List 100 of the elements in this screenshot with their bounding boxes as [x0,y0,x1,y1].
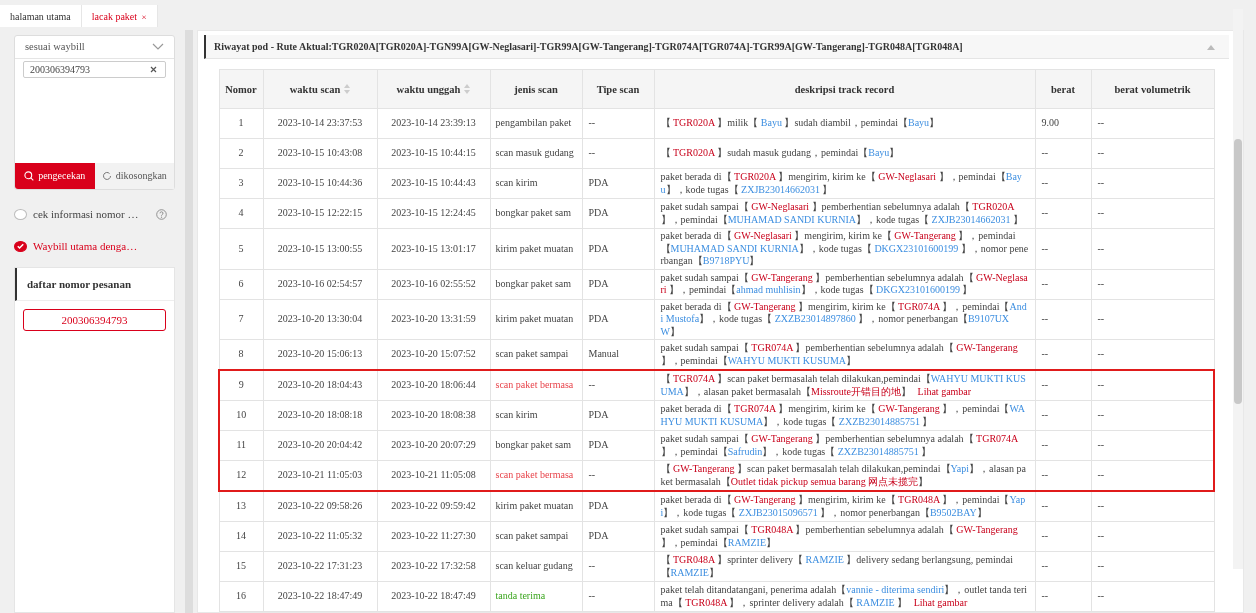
column-header: Tipe scan [582,69,654,109]
scan-type-cell: bongkar paket sam [490,198,582,229]
table-cell: -- [1091,299,1214,340]
scan-type-cell: scan masuk gudang [490,138,582,169]
scan-type-cell: scan kirim [490,400,582,431]
help-icon[interactable] [156,208,167,220]
table-cell: -- [582,370,654,401]
search-icon [24,170,35,181]
card-title: daftar nomor pesanan [15,268,175,302]
close-icon[interactable]: × [141,12,147,22]
table-cell: -- [1091,228,1214,269]
scan-type-cell: scan keluar gudang [490,551,582,582]
description-cell: 【 TGR020A 】sudah masuk gudang，pemindai【Bayu】 [654,138,1035,169]
table-cell: 2023-10-20 18:04:43 [263,370,377,401]
row-number: 8 [219,339,263,370]
table-cell: -- [582,551,654,582]
row-number: 7 [219,299,263,340]
row-number: 14 [219,521,263,552]
description-cell: paket berada di【 GW-Tangerang 】mengirim, kirim ke【 TGR048A 】，pemindai【Yapi】，kode tugas【 ZXJB23015096571 】，nomor penerbangan【B9502BAY】 [654,491,1035,522]
row-number: 6 [219,269,263,299]
table-cell: 2023-10-22 18:47:49 [263,581,377,612]
description-cell: paket telah ditandatangani, penerima adalah【vannie - diterima sendiri】，outlet tanda terima【 TGR048A 】，sprinter delivery adalah【 RAMZIE 】 Lihat gambar [654,581,1035,612]
column-header[interactable]: waktu unggah [377,69,490,109]
table-cell: -- [1091,108,1214,139]
table-cell: -- [1035,138,1091,169]
table-cell: PDA [582,521,654,552]
row-number: 4 [219,198,263,229]
row-number: 11 [219,430,263,461]
table-cell: 2023-10-14 23:39:13 [377,108,490,139]
scan-type-cell: tanda terima [490,581,582,612]
scan-type-cell: scan paket bermasa [490,370,582,401]
column-header: deskripsi track record [654,69,1035,109]
waybill-input[interactable]: 200306394793 [23,60,167,78]
description-cell: paket berada di【 GW-Neglasari 】mengirim, kirim ke【 GW-Tangerang 】，pemindai【MUHAMAD SANDI KURNIA】，kode tugas【 DKGX23101600199 】，nomor penerbangan【B9718PYU】 [654,228,1035,269]
refresh-icon [101,170,112,181]
table-cell: PDA [582,198,654,229]
table-cell: 2023-10-15 13:01:17 [377,228,490,269]
column-header: berat [1035,69,1091,109]
table-cell: PDA [582,168,654,199]
table-cell: 2023-10-22 17:32:58 [377,551,490,582]
table-cell: -- [1035,581,1091,612]
table-cell: -- [1091,491,1214,522]
panel-title: Riwayat pod - Rute Aktual:TGR020A[TGR020A]-TGN99A[GW-Neglasari]-TGR99A[GW-Tangerang]-TGR074A[TGR074A]-TGR99A[GW-Tangerang]-TGR048A[TGR048A] [214,41,963,52]
column-header: Nomor [219,69,263,109]
table-cell: -- [1091,198,1214,229]
table-cell: -- [1035,228,1091,269]
table-cell: 2023-10-22 17:31:23 [263,551,377,582]
sort-icon[interactable] [344,84,351,94]
scan-type-cell: bongkar paket sam [490,430,582,461]
scan-type-cell: kirim paket muatan [490,299,582,340]
table-cell: 2023-10-22 11:05:32 [263,521,377,552]
description-cell: 【 TGR020A 】milik【 Bayu 】sudah diambil，pemindai【Bayu】 [654,108,1035,139]
table-cell: 2023-10-16 02:54:57 [263,269,377,299]
search-button[interactable]: pengecekan [15,162,95,189]
table-cell: 2023-10-15 10:43:08 [263,138,377,169]
tab[interactable]: lacak paket × [81,5,158,27]
table-cell: PDA [582,269,654,299]
image-link[interactable]: Lihat gambar [917,385,972,397]
description-cell: paket sudah sampai【 GW-Tangerang 】pemberhentian sebelumnya adalah【 GW-Neglasari 】，pemindai【ahmad muhlisin】，kode tugas【 DKGX23101600199 】 [654,269,1035,299]
collapse-icon[interactable] [1207,43,1215,50]
description-cell: paket sudah sampai【 TGR048A 】pemberhentian sebelumnya adalah【 GW-Tangerang 】，pemindai【RAMZIE】 [654,521,1035,552]
table-cell: -- [1035,400,1091,431]
row-number: 1 [219,108,263,139]
row-number: 13 [219,491,263,522]
scan-type-cell: scan kirim [490,168,582,199]
reset-button[interactable]: dikosongkan [94,162,175,189]
table-cell: -- [582,138,654,169]
table-cell: -- [1091,551,1214,582]
order-number-item[interactable]: 200306394793 [23,309,167,332]
table-cell: -- [1035,168,1091,199]
description-cell: paket berada di【 TGR020A 】mengirim, kirim ke【 GW-Neglasari 】，pemindai【Bayu】，kode tugas【 ZXJB23014662031 】 [654,168,1035,199]
sort-icon[interactable] [464,84,471,94]
table-cell: -- [1091,581,1214,612]
table-cell: PDA [582,430,654,461]
table-cell: -- [1035,198,1091,229]
table-cell: 2023-10-15 12:24:45 [377,198,490,229]
clear-icon[interactable] [150,65,158,73]
table-cell: PDA [582,400,654,431]
column-header[interactable]: waktu scan [263,69,377,109]
radio-button[interactable] [14,208,27,220]
row-number: 5 [219,228,263,269]
option-label[interactable]: cek informasi nomor … [33,208,138,221]
image-link[interactable]: Lihat gambar [913,596,968,608]
table-cell: PDA [582,491,654,522]
row-number: 3 [219,168,263,199]
table-cell: -- [582,581,654,612]
table-cell: 2023-10-22 11:27:30 [377,521,490,552]
tab[interactable]: halaman utama [0,5,82,27]
row-number: 9 [219,370,263,401]
column-header: jenis scan [490,69,582,109]
radio-button[interactable] [14,240,27,252]
chevron-down-icon [152,42,165,51]
description-cell: 【 TGR048A 】sprinter delivery【 RAMZIE 】delivery sedang berlangsung, pemindai【RAMZIE】 [654,551,1035,582]
table-cell: 2023-10-20 13:31:59 [377,299,490,340]
option-label[interactable]: Waybill utama denga… [33,240,138,253]
table-cell: 2023-10-15 10:44:36 [263,168,377,199]
table-cell: 2023-10-15 13:00:55 [263,228,377,269]
description-cell: paket berada di【 GW-Tangerang 】mengirim, kirim ke【 TGR074A 】，pemindai【Andi Mustofa】，kode tugas【 ZXZB23014897860 】，nomor penerbangan【B9107UXW】 [654,299,1035,340]
mode-select[interactable]: sesuai waybill [15,35,175,59]
table-cell: PDA [582,228,654,269]
